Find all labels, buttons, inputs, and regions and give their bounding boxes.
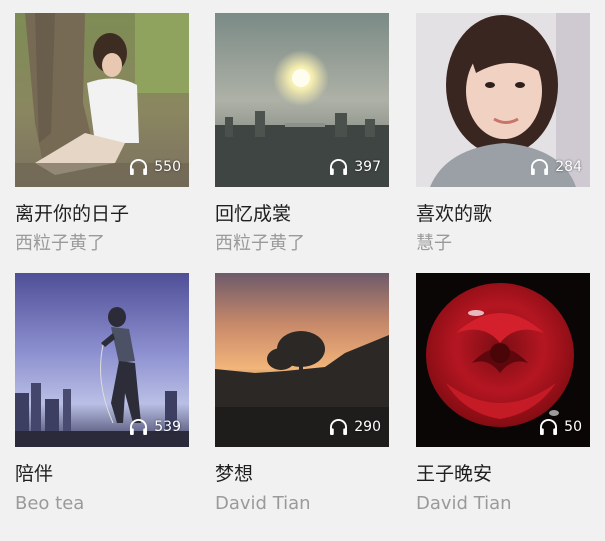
play-count: 284 (530, 158, 582, 175)
headphones-icon (130, 419, 148, 435)
playlist-title[interactable]: 王子晚安 (416, 461, 590, 487)
playlist-author[interactable]: David Tian (416, 492, 590, 516)
play-count-value: 290 (354, 418, 381, 435)
playlist-title[interactable]: 陪伴 (15, 461, 189, 487)
playlist-card[interactable]: 397 回忆成裳 西粒子黄了 (215, 13, 389, 256)
playlist-title[interactable]: 梦想 (215, 461, 389, 487)
playlist-author[interactable]: 慧子 (416, 232, 590, 256)
playlist-title[interactable]: 回忆成裳 (215, 201, 389, 227)
playlist-title[interactable]: 喜欢的歌 (416, 201, 590, 227)
playlist-cover[interactable]: 284 (416, 13, 590, 187)
play-count: 550 (129, 158, 181, 175)
playlist-card[interactable]: 50 王子晚安 David Tian (416, 273, 590, 516)
headphones-icon (330, 159, 348, 175)
playlist-author[interactable]: 西粒子黄了 (15, 232, 189, 256)
headphones-icon (540, 419, 558, 435)
play-count: 290 (329, 418, 381, 435)
play-count-value: 397 (354, 158, 381, 175)
playlist-card[interactable]: 539 陪伴 Beo tea (15, 273, 189, 516)
headphones-icon (330, 419, 348, 435)
playlist-card[interactable]: 550 离开你的日子 西粒子黄了 (15, 13, 189, 256)
headphones-icon (130, 159, 148, 175)
playlist-cover[interactable]: 290 (215, 273, 389, 447)
play-count-value: 284 (555, 158, 582, 175)
playlist-cover[interactable]: 539 (15, 273, 189, 447)
playlist-card[interactable]: 284 喜欢的歌 慧子 (416, 13, 590, 256)
playlist-author[interactable]: David Tian (215, 492, 389, 516)
playlist-author[interactable]: 西粒子黄了 (215, 232, 389, 256)
play-count: 397 (329, 158, 381, 175)
playlist-cover[interactable]: 397 (215, 13, 389, 187)
headphones-icon (531, 159, 549, 175)
playlist-author[interactable]: Beo tea (15, 492, 189, 516)
play-count-value: 539 (154, 418, 181, 435)
play-count-value: 550 (154, 158, 181, 175)
playlist-cover[interactable]: 550 (15, 13, 189, 187)
playlist-grid: 550 离开你的日子 西粒子黄了 397 回忆成裳 西粒子黄了 284 喜欢的歌… (0, 0, 605, 541)
play-count: 50 (539, 418, 582, 435)
play-count: 539 (129, 418, 181, 435)
playlist-card[interactable]: 290 梦想 David Tian (215, 273, 389, 516)
play-count-value: 50 (564, 418, 582, 435)
playlist-cover[interactable]: 50 (416, 273, 590, 447)
playlist-title[interactable]: 离开你的日子 (15, 201, 189, 227)
